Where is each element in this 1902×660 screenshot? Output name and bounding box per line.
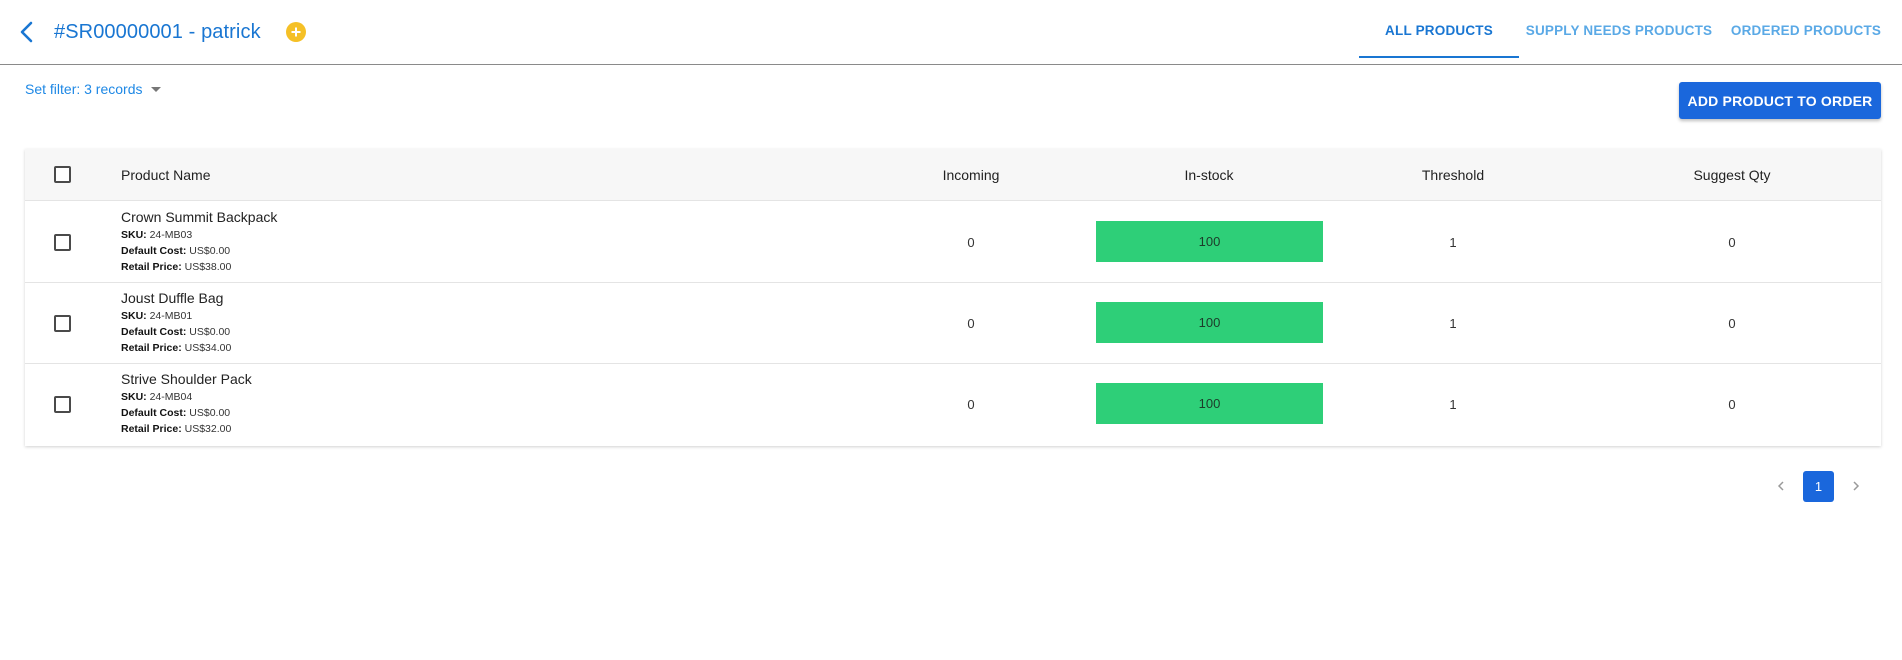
default-cost-label: Default Cost: [121, 407, 187, 419]
plus-circle-icon [286, 22, 306, 42]
column-header-suggest-qty[interactable]: Suggest Qty [1652, 149, 1812, 201]
tab-all-products[interactable]: ALL PRODUCTS [1359, 0, 1519, 65]
page-number-button[interactable]: 1 [1803, 471, 1834, 502]
table-header: Product Name Incoming In-stock Threshold… [25, 149, 1881, 201]
column-header-in-stock[interactable]: In-stock [1129, 149, 1289, 201]
incoming-value: 0 [967, 235, 975, 250]
default-cost-label: Default Cost: [121, 326, 187, 338]
product-name: Strive Shoulder Pack [121, 371, 252, 387]
sku-value: 24-MB04 [149, 391, 193, 403]
threshold-value: 1 [1449, 316, 1457, 331]
product-sku: SKU: 24-MB01 [121, 309, 192, 323]
row-checkbox[interactable] [54, 234, 71, 251]
product-retail-price: Retail Price: US$32.00 [121, 422, 231, 436]
tab-label: SUPPLY NEEDS PRODUCTS [1525, 23, 1713, 38]
page-title: #SR00000001 - patrick [54, 21, 261, 43]
column-header-threshold[interactable]: Threshold [1373, 149, 1533, 201]
incoming-value: 0 [967, 397, 975, 412]
tab-label: ORDERED PRODUCTS [1730, 23, 1882, 38]
tab-label: ALL PRODUCTS [1385, 23, 1493, 38]
retail-price-label: Retail Price: [121, 261, 182, 273]
back-button[interactable] [16, 17, 42, 47]
default-cost-value: US$0.00 [189, 326, 231, 338]
products-table: Product Name Incoming In-stock Threshold… [25, 149, 1881, 446]
suggest-qty-value: 0 [1728, 397, 1736, 412]
product-retail-price: Retail Price: US$34.00 [121, 341, 231, 355]
caret-down-icon [150, 87, 161, 92]
column-header-incoming[interactable]: Incoming [891, 149, 1051, 201]
in-stock-badge: 100 [1096, 302, 1323, 343]
row-checkbox[interactable] [54, 315, 71, 332]
threshold-value: 1 [1449, 397, 1457, 412]
retail-price-value: US$34.00 [184, 342, 232, 354]
default-cost-value: US$0.00 [189, 245, 231, 257]
active-tab-indicator [1359, 56, 1519, 58]
suggest-qty-value: 0 [1728, 316, 1736, 331]
chevron-right-icon [1850, 481, 1862, 505]
chevron-left-icon [16, 21, 42, 51]
column-header-product-name[interactable]: Product Name [121, 149, 210, 201]
retail-price-value: US$38.00 [184, 261, 232, 273]
set-filter-dropdown[interactable]: Set filter: 3 records [25, 80, 161, 98]
select-all-checkbox[interactable] [54, 166, 71, 183]
incoming-value: 0 [967, 316, 975, 331]
table-row[interactable]: Strive Shoulder Pack SKU: 24-MB04 Defaul… [25, 364, 1881, 445]
product-default-cost: Default Cost: US$0.00 [121, 244, 230, 258]
add-product-to-order-button[interactable]: ADD PRODUCT TO ORDER [1679, 82, 1881, 119]
sku-label: SKU: [121, 229, 147, 241]
tab-supply-needs-products[interactable]: SUPPLY NEEDS PRODUCTS [1523, 0, 1715, 65]
row-checkbox[interactable] [54, 396, 71, 413]
next-page-button[interactable] [1845, 471, 1867, 501]
product-name: Joust Duffle Bag [121, 290, 224, 306]
suggest-qty-value: 0 [1728, 235, 1736, 250]
in-stock-badge: 100 [1096, 221, 1323, 262]
retail-price-value: US$32.00 [184, 423, 232, 435]
product-default-cost: Default Cost: US$0.00 [121, 406, 230, 420]
product-name: Crown Summit Backpack [121, 209, 278, 225]
sku-label: SKU: [121, 310, 147, 322]
sku-value: 24-MB01 [149, 310, 193, 322]
table-row[interactable]: Joust Duffle Bag SKU: 24-MB01 Default Co… [25, 283, 1881, 364]
default-cost-label: Default Cost: [121, 245, 187, 257]
sku-value: 24-MB03 [149, 229, 193, 241]
chevron-left-icon [1775, 481, 1787, 505]
tab-ordered-products[interactable]: ORDERED PRODUCTS [1726, 0, 1886, 65]
default-cost-value: US$0.00 [189, 407, 231, 419]
product-sku: SKU: 24-MB04 [121, 390, 192, 404]
retail-price-label: Retail Price: [121, 342, 182, 354]
threshold-value: 1 [1449, 235, 1457, 250]
sku-label: SKU: [121, 391, 147, 403]
product-sku: SKU: 24-MB03 [121, 228, 192, 242]
in-stock-badge: 100 [1096, 383, 1323, 424]
product-default-cost: Default Cost: US$0.00 [121, 325, 230, 339]
previous-page-button[interactable] [1770, 471, 1792, 501]
product-retail-price: Retail Price: US$38.00 [121, 260, 231, 274]
add-button[interactable] [286, 22, 306, 42]
filter-label: Set filter: 3 records [25, 81, 143, 97]
table-row[interactable]: Crown Summit Backpack SKU: 24-MB03 Defau… [25, 202, 1881, 283]
page-header: #SR00000001 - patrick ALL PRODUCTS SUPPL… [0, 0, 1902, 65]
retail-price-label: Retail Price: [121, 423, 182, 435]
